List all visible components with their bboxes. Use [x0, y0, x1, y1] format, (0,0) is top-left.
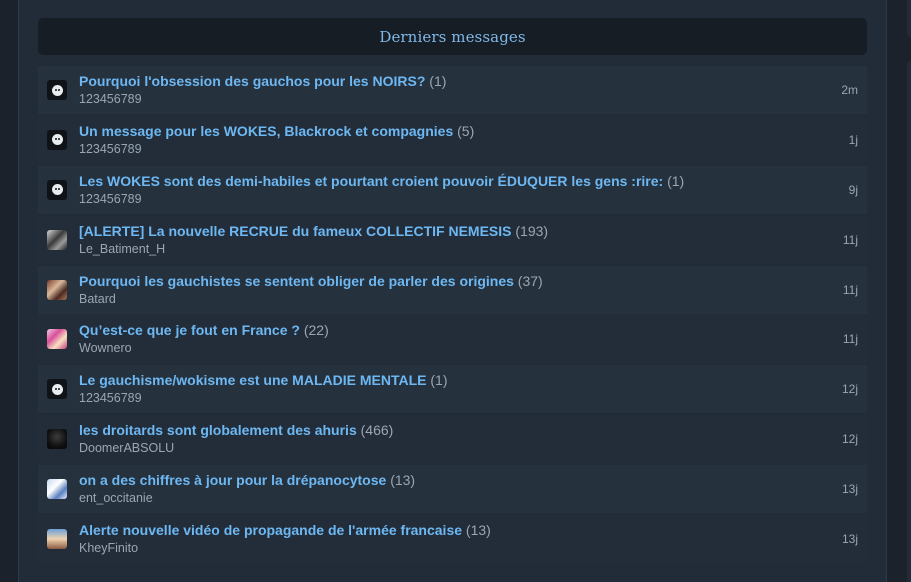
- topic-link[interactable]: [ALERTE] La nouvelle RECRUE du fameux CO…: [79, 223, 511, 239]
- topic-link[interactable]: Pourquoi les gauchistes se sentent oblig…: [79, 273, 514, 289]
- reply-count: (5): [457, 122, 475, 139]
- topic-link[interactable]: Les WOKES sont des demi-habiles et pourt…: [79, 173, 663, 189]
- list-item[interactable]: Un message pour les WOKES, Blackrock et …: [38, 115, 867, 164]
- list-item[interactable]: Pourquoi les gauchistes se sentent oblig…: [38, 265, 867, 314]
- list-item[interactable]: Le gauchisme/wokisme est une MALADIE MEN…: [38, 365, 867, 414]
- author-name[interactable]: Le_Batiment_H: [79, 241, 807, 257]
- topic-link[interactable]: Alerte nouvelle vidéo de propagande de l…: [79, 522, 462, 538]
- user-avatar-icon[interactable]: [47, 229, 67, 250]
- reply-count: (1): [667, 172, 685, 189]
- list-item[interactable]: Alerte nouvelle vidéo de propagande de l…: [38, 515, 867, 564]
- author-name[interactable]: Wownero: [79, 340, 807, 356]
- author-name[interactable]: 123456789: [79, 191, 807, 207]
- default-avatar-icon[interactable]: [47, 80, 67, 100]
- panel-title: Derniers messages: [379, 27, 526, 46]
- reply-count: (193): [515, 222, 549, 239]
- reply-count: (37): [517, 272, 543, 289]
- list-item[interactable]: Les WOKES sont des demi-habiles et pourt…: [38, 165, 867, 214]
- default-avatar-icon[interactable]: [47, 179, 67, 200]
- list-item[interactable]: Qu’est-ce que je fout en France ? (22) W…: [38, 315, 867, 364]
- timestamp: 11j: [842, 332, 858, 347]
- timestamp: 13j: [841, 532, 858, 547]
- topic-link[interactable]: on a des chiffres à jour pour la drépano…: [79, 472, 386, 488]
- reply-count: (13): [465, 522, 491, 539]
- timestamp: 12j: [841, 432, 858, 447]
- topic-link[interactable]: Pourquoi l'obsession des gauchos pour le…: [79, 73, 425, 89]
- topic-link[interactable]: Un message pour les WOKES, Blackrock et …: [79, 123, 453, 139]
- timestamp: 13j: [841, 482, 858, 497]
- author-name[interactable]: Batard: [79, 291, 807, 307]
- author-name[interactable]: 123456789: [79, 390, 807, 406]
- timestamp: 9j: [848, 182, 858, 197]
- reply-count: (1): [429, 73, 447, 89]
- list-item[interactable]: [ALERTE] La nouvelle RECRUE du fameux CO…: [38, 215, 867, 264]
- user-avatar-icon[interactable]: [47, 479, 67, 500]
- author-name[interactable]: KheyFinito: [79, 540, 807, 556]
- left-gutter: [0, 0, 19, 582]
- right-sidebar-card: [907, 0, 911, 38]
- list-item[interactable]: Pourquoi l'obsession des gauchos pour le…: [38, 66, 867, 114]
- author-name[interactable]: 123456789: [79, 91, 807, 107]
- list-item[interactable]: on a des chiffres à jour pour la drépano…: [38, 465, 867, 514]
- user-avatar-icon[interactable]: [47, 429, 67, 450]
- topic-link[interactable]: Le gauchisme/wokisme est une MALADIE MEN…: [79, 372, 426, 388]
- reply-count: (13): [390, 472, 416, 489]
- message-list: Pourquoi l'obsession des gauchos pour le…: [38, 66, 867, 565]
- timestamp: 2m: [841, 83, 858, 97]
- timestamp: 12j: [841, 382, 858, 397]
- user-avatar-icon[interactable]: [47, 279, 67, 300]
- panel-header: Derniers messages: [38, 18, 867, 55]
- timestamp: 11j: [842, 232, 858, 247]
- default-avatar-icon[interactable]: [47, 379, 67, 400]
- topic-link[interactable]: Qu’est-ce que je fout en France ?: [79, 322, 300, 338]
- reply-count: (22): [303, 322, 329, 339]
- user-avatar-icon[interactable]: [47, 529, 67, 550]
- list-item[interactable]: les droitards sont globalement des ahuri…: [38, 415, 867, 464]
- author-name[interactable]: DoomerABSOLU: [79, 440, 807, 456]
- right-sidebar-card: [907, 60, 911, 582]
- timestamp: 11j: [842, 282, 858, 297]
- page: Derniers messages Pourquoi l'obsession d…: [0, 0, 911, 582]
- user-avatar-icon[interactable]: [47, 329, 67, 350]
- reply-count: (1): [430, 372, 448, 389]
- default-avatar-icon[interactable]: [47, 129, 67, 150]
- reply-count: (466): [360, 422, 394, 439]
- timestamp: 1j: [848, 132, 858, 147]
- topic-link[interactable]: les droitards sont globalement des ahuri…: [79, 422, 357, 438]
- author-name[interactable]: ent_occitanie: [79, 490, 807, 506]
- author-name[interactable]: 123456789: [79, 141, 807, 157]
